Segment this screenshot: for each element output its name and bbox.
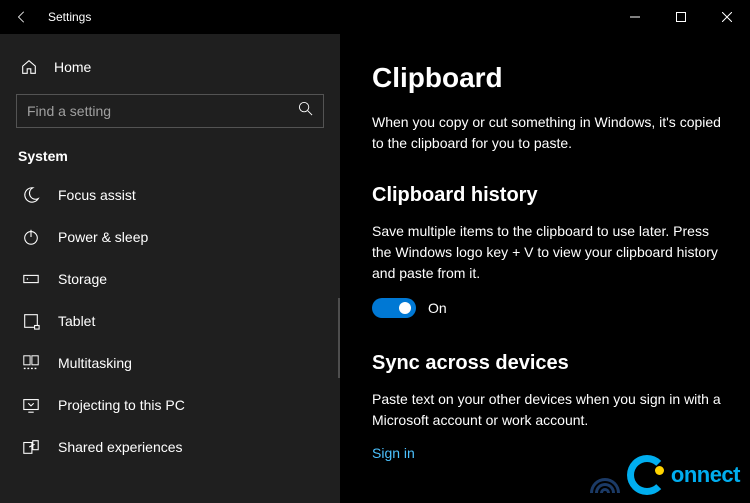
storage-icon [22,270,40,288]
sidebar-item-focus-assist[interactable]: Focus assist [0,174,340,216]
home-label: Home [54,59,91,75]
search-icon [298,101,313,121]
sidebar-item-label: Multitasking [58,355,132,371]
minimize-icon [630,12,640,22]
sidebar-item-label: Tablet [58,313,95,329]
sign-in-link[interactable]: Sign in [372,445,415,461]
search-container [0,86,340,140]
sidebar-item-label: Projecting to this PC [58,397,185,413]
settings-window: Settings Home [0,0,750,503]
sidebar: Home System [0,34,340,503]
page-intro: When you copy or cut something in Window… [372,112,724,154]
sidebar-item-tablet[interactable]: Tablet [0,300,340,342]
search-input[interactable] [27,103,313,119]
home-icon [20,58,38,76]
page-title: Clipboard [372,62,724,94]
sidebar-item-multitasking[interactable]: Multitasking [0,342,340,384]
sidebar-item-label: Shared experiences [58,439,183,455]
sidebar-item-label: Power & sleep [58,229,148,245]
close-icon [722,12,732,22]
maximize-button[interactable] [658,1,704,33]
shared-icon [22,438,40,456]
sidebar-item-power-sleep[interactable]: Power & sleep [0,216,340,258]
history-toggle-label: On [428,300,447,316]
back-arrow-icon [15,10,29,24]
projecting-icon [22,396,40,414]
titlebar: Settings [0,0,750,34]
window-title: Settings [48,10,91,24]
home-nav[interactable]: Home [0,48,340,86]
sidebar-item-label: Focus assist [58,187,136,203]
sidebar-item-projecting[interactable]: Projecting to this PC [0,384,340,426]
tablet-icon [22,312,40,330]
content-area: Home System [0,34,750,503]
multitask-icon [22,354,40,372]
power-icon [22,228,40,246]
main-panel: Clipboard When you copy or cut something… [340,34,750,503]
window-controls [612,1,750,33]
sync-section-desc: Paste text on your other devices when yo… [372,389,724,431]
history-section-title: Clipboard history [372,184,724,207]
sidebar-category: System [0,140,340,174]
back-button[interactable] [14,9,30,25]
sidebar-item-storage[interactable]: Storage [0,258,340,300]
sidebar-scrollbar[interactable] [338,298,340,378]
moon-icon [22,186,40,204]
search-box[interactable] [16,94,324,128]
history-section-desc: Save multiple items to the clipboard to … [372,221,724,284]
nav-list: Focus assist Power & sleep Storage [0,174,340,468]
minimize-button[interactable] [612,1,658,33]
sidebar-item-label: Storage [58,271,107,287]
history-toggle[interactable] [372,298,416,318]
sidebar-item-shared-experiences[interactable]: Shared experiences [0,426,340,468]
toggle-knob [399,302,411,314]
history-toggle-row: On [372,298,724,318]
maximize-icon [676,12,686,22]
close-button[interactable] [704,1,750,33]
sync-section-title: Sync across devices [372,352,724,375]
